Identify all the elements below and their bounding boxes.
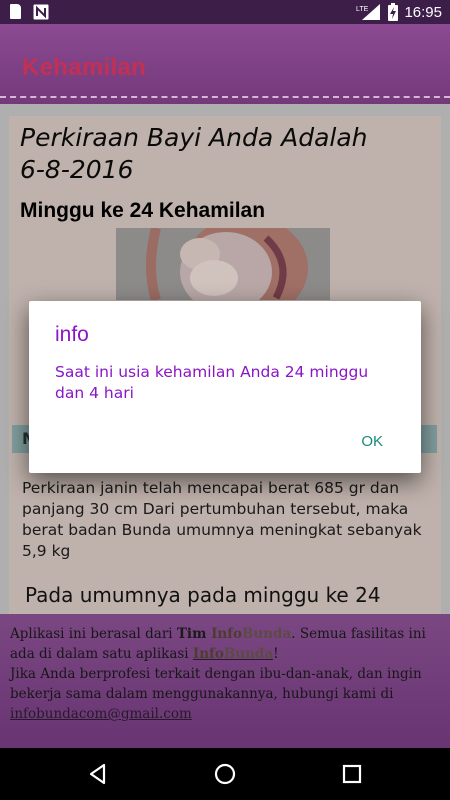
home-icon[interactable] xyxy=(213,762,237,786)
due-date-line1: Perkiraan Bayi Anda Adalah xyxy=(20,123,368,152)
footer-app-link[interactable]: InfoBunda xyxy=(193,646,273,662)
footer-intro: Aplikasi ini berasal dari xyxy=(10,626,177,642)
status-bar: LTE 16:95 xyxy=(0,0,450,24)
app-title: Kehamilan xyxy=(22,54,147,81)
footer-rest2: ! xyxy=(273,646,279,662)
footer-brand-bunda: Bunda xyxy=(242,626,292,642)
fetus-illustration xyxy=(116,228,330,300)
app-bar-stitch-divider xyxy=(0,96,450,98)
footer-email-link[interactable]: infobundacom@gmail.com xyxy=(10,706,192,722)
recents-icon[interactable] xyxy=(340,762,364,786)
footer-tim: Tim xyxy=(176,626,212,642)
n-notification-icon xyxy=(33,4,49,20)
dialog-title: info xyxy=(55,323,89,346)
navigation-bar xyxy=(0,748,450,800)
weight-description: Perkiraan janin telah mencapai berat 685… xyxy=(22,479,422,560)
status-time: 16:95 xyxy=(404,3,442,21)
status-left-icons xyxy=(10,4,49,20)
week-title: Minggu ke 24 Kehamilan xyxy=(20,199,266,222)
section-heading: Pada umumnya pada minggu ke 24 xyxy=(25,583,381,607)
footer-link-info: Info xyxy=(192,646,224,662)
fetus-illustration-image xyxy=(116,228,330,300)
battery-charging-icon xyxy=(388,3,399,21)
footer-line2: Jika Anda berprofesi terkait dengan ibu-… xyxy=(10,666,422,702)
due-date-line2: 6-8-2016 xyxy=(20,155,134,184)
footer-brand-info: Info xyxy=(211,626,243,642)
due-date-text: Perkiraan Bayi Anda Adalah 6-8-2016 xyxy=(20,122,400,186)
footer-info: Aplikasi ini berasal dari Tim InfoBunda.… xyxy=(0,614,450,748)
back-icon[interactable] xyxy=(86,762,110,786)
sd-card-icon xyxy=(10,4,21,19)
info-dialog: info Saat ini usia kehamilan Anda 24 min… xyxy=(29,301,421,473)
lte-signal-icon: LTE xyxy=(356,4,381,20)
dialog-ok-button[interactable]: OK xyxy=(361,433,383,450)
status-right-icons: LTE 16:95 xyxy=(356,3,442,21)
network-label: LTE xyxy=(356,6,369,13)
app-bar: Kehamilan xyxy=(0,24,450,104)
dialog-message: Saat ini usia kehamilan Anda 24 minggu d… xyxy=(55,363,369,402)
footer-link-bunda: Bunda xyxy=(223,646,274,662)
